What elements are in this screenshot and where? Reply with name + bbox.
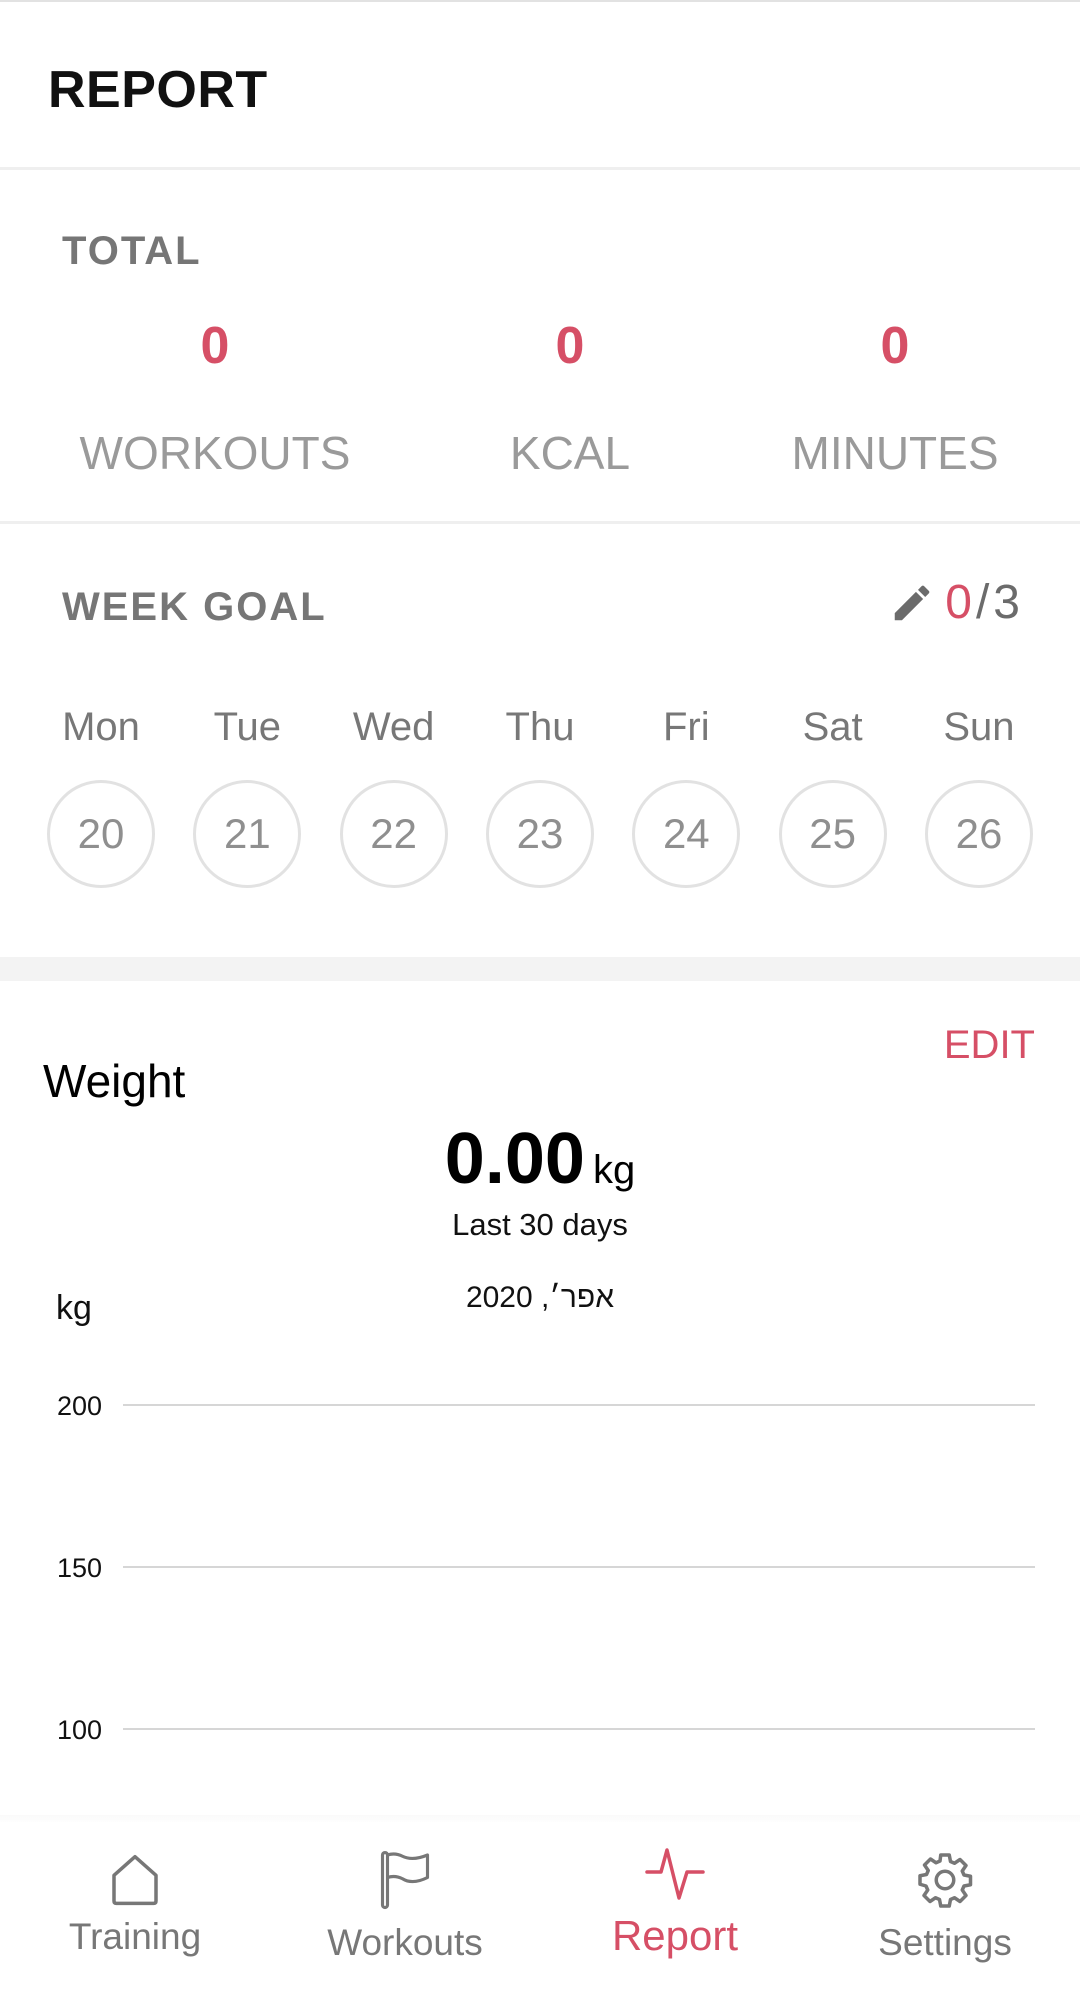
weight-summary: 0.00 kg — [0, 1118, 1080, 1200]
gear-icon — [918, 1853, 973, 1908]
day-circle[interactable]: 26 — [924, 780, 1033, 888]
day-name: Thu — [505, 705, 575, 749]
tab-report[interactable]: Report — [540, 1822, 810, 2005]
day-circle[interactable]: 22 — [339, 780, 448, 888]
tab-training[interactable]: Training — [0, 1822, 270, 2005]
day-thu: Thu 23 — [485, 702, 594, 888]
chart-y-tick-label: 200 — [57, 1391, 102, 1421]
chart-y-tick-label: 150 — [57, 1553, 102, 1583]
goal-target-count: 3 — [993, 576, 1020, 629]
pencil-icon[interactable] — [889, 580, 935, 626]
tab-label: Training — [68, 1916, 202, 1957]
minutes-label: MINUTES — [791, 427, 999, 479]
minutes-count: 0 — [880, 317, 910, 375]
goal-done-count: 0 — [945, 576, 972, 629]
kcal-count: 0 — [555, 317, 585, 375]
flag-icon — [380, 1850, 430, 1910]
tab-label: Report — [611, 1912, 739, 1959]
workouts-count: 0 — [200, 317, 230, 375]
day-sat: Sat 25 — [778, 702, 887, 888]
day-name: Mon — [62, 705, 140, 749]
day-name: Tue — [213, 705, 282, 749]
day-circle[interactable]: 23 — [485, 780, 594, 888]
chart-y-tick-label: 100 — [57, 1715, 102, 1745]
weight-title: Weight — [43, 1055, 186, 1107]
tab-settings[interactable]: Settings — [810, 1822, 1080, 2005]
goal-progress: 0/3 — [945, 575, 1020, 630]
day-mon: Mon 20 — [47, 702, 155, 888]
weight-period: Last 30 days — [452, 1207, 628, 1242]
day-circle[interactable]: 24 — [632, 780, 741, 888]
day-sun: Sun 26 — [924, 702, 1033, 888]
weight-chart[interactable]: kg אפר׳, 2020 200 150 100 — [0, 1281, 1080, 1781]
home-icon — [112, 1854, 158, 1906]
day-tue: Tue 21 — [193, 702, 302, 888]
chart-plot: 200 150 100 — [57, 1391, 1035, 1745]
tab-label: Workouts — [327, 1922, 483, 1963]
day-name: Wed — [352, 705, 435, 749]
day-name: Fri — [662, 705, 710, 749]
app-header: REPORT — [0, 2, 1080, 170]
day-circle[interactable]: 21 — [193, 780, 302, 888]
week-days: Mon 20 Tue 21 Wed 22 Thu 23 Fri 24 Sat 2… — [47, 702, 1033, 888]
day-name: Sat — [802, 705, 863, 749]
page-title: REPORT — [48, 61, 268, 119]
weight-edit-button[interactable]: EDIT — [944, 1023, 1035, 1068]
bottom-tab-bar: Training Workouts Report Settings — [0, 1822, 1080, 2005]
day-name: Sun — [943, 705, 1015, 749]
day-circle[interactable]: 25 — [778, 780, 887, 888]
goal-separator: / — [975, 576, 990, 629]
tab-workouts[interactable]: Workouts — [270, 1822, 540, 2005]
stat-workouts: 0 WORKOUTS — [65, 311, 365, 480]
day-fri: Fri 24 — [632, 702, 741, 888]
section-divider — [0, 957, 1080, 981]
weight-unit: kg — [592, 1148, 636, 1192]
stat-minutes: 0 MINUTES — [745, 311, 1045, 480]
workouts-label: WORKOUTS — [79, 427, 351, 479]
stat-kcal: 0 KCAL — [420, 311, 720, 480]
total-section: TOTAL 0 WORKOUTS 0 KCAL 0 MINUTES — [0, 171, 1080, 524]
weight-section: Weight EDIT 0.00 kg Last 30 days kg אפר׳,… — [0, 981, 1080, 1821]
weight-value: 0.00 — [444, 1119, 585, 1199]
tab-label: Settings — [878, 1922, 1012, 1963]
pulse-icon — [645, 1848, 705, 1900]
kcal-label: KCAL — [509, 427, 631, 479]
week-goal-section: WEEK GOAL 0/3 Mon 20 Tue 21 Wed 22 Thu 2… — [0, 527, 1080, 957]
week-goal-label: WEEK GOAL — [62, 585, 327, 629]
day-wed: Wed 22 — [339, 702, 448, 888]
total-label: TOTAL — [62, 229, 202, 273]
week-goal-edit[interactable]: 0/3 — [889, 575, 1020, 630]
day-circle[interactable]: 20 — [47, 780, 155, 888]
